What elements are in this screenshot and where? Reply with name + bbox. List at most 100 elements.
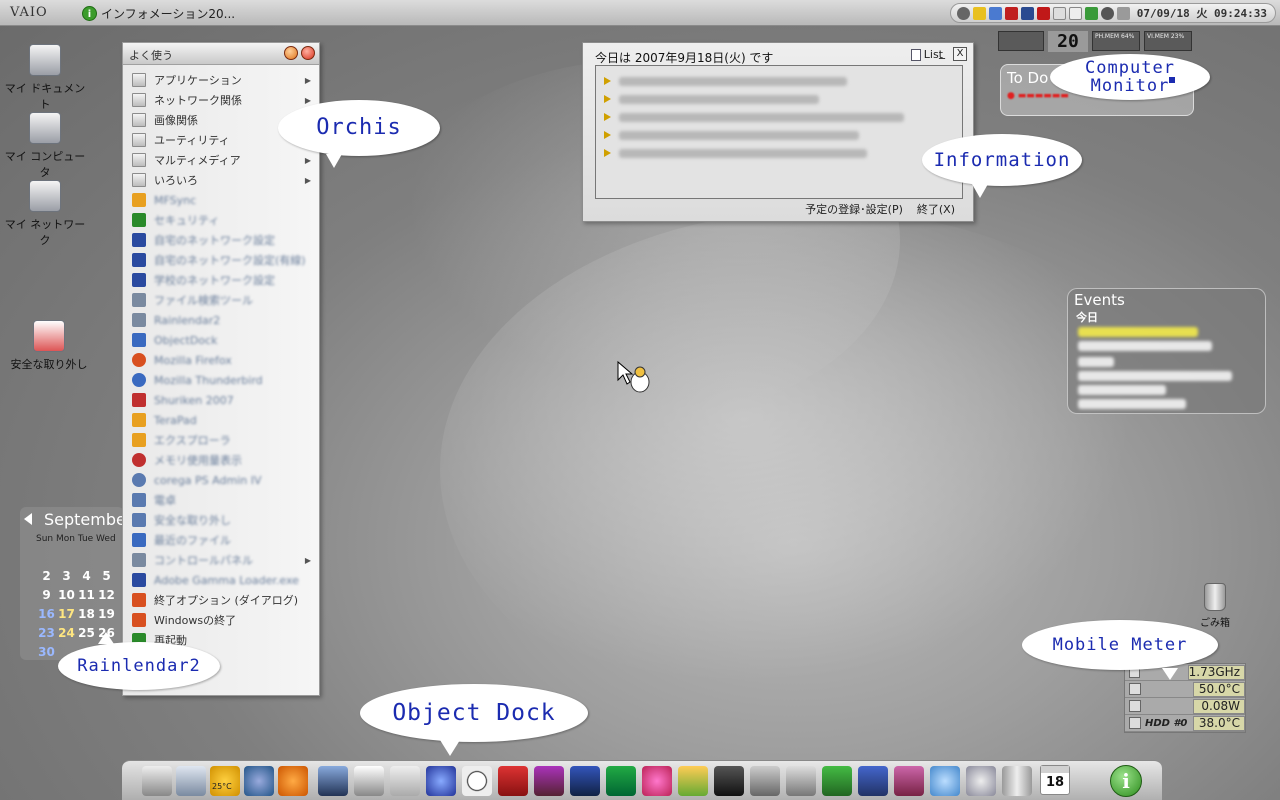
calendar-day[interactable]: 12 bbox=[98, 586, 115, 605]
menu-item-app[interactable]: 安全な取り外し bbox=[123, 510, 319, 530]
calendar-day[interactable]: 11 bbox=[78, 586, 95, 605]
dock-app-red-icon[interactable] bbox=[498, 766, 528, 796]
desktop-icon-trash[interactable]: ごみ箱 bbox=[1190, 583, 1240, 629]
event-entry[interactable] bbox=[1078, 357, 1114, 367]
dock-weather-icon[interactable]: 25°C bbox=[210, 766, 240, 796]
menu-item-app[interactable]: 電卓 bbox=[123, 490, 319, 510]
calendar-day[interactable]: 9 bbox=[38, 586, 55, 605]
calendar-day[interactable]: 19 bbox=[98, 605, 115, 624]
menu-item-multimedia[interactable]: マルティメディア ▶ bbox=[123, 150, 319, 170]
close-button[interactable]: X bbox=[953, 47, 967, 61]
calendar-day[interactable]: 17 bbox=[58, 605, 75, 624]
menu-item-app[interactable]: Shuriken 2007 bbox=[123, 390, 319, 410]
dock-notepad-icon[interactable] bbox=[390, 766, 420, 796]
dock-app-blue-icon[interactable] bbox=[570, 766, 600, 796]
menu-item-app[interactable]: ファイル検索ツール bbox=[123, 290, 319, 310]
menu-item-app[interactable]: メモリ使用量表示 bbox=[123, 450, 319, 470]
calendar-day[interactable]: 3 bbox=[58, 567, 75, 586]
desktop-icon-my-network[interactable]: マイ ネットワーク bbox=[0, 180, 90, 248]
event-entry[interactable] bbox=[1078, 341, 1212, 351]
tray-arrow-icon[interactable] bbox=[957, 6, 970, 20]
todo-item[interactable]: ● ▬▬▬▬▬▬ bbox=[1007, 91, 1069, 101]
calendar-day[interactable]: 2 bbox=[38, 567, 55, 586]
tray-pen-icon[interactable] bbox=[1117, 6, 1130, 20]
dock-camera2-icon[interactable] bbox=[750, 766, 780, 796]
menu-item-app[interactable]: セキュリティ bbox=[123, 210, 319, 230]
dock-flower-icon[interactable] bbox=[534, 766, 564, 796]
schedule-settings-button[interactable]: 予定の登録･設定(P) bbox=[805, 201, 903, 217]
calendar-day[interactable]: 24 bbox=[58, 624, 75, 643]
dock-app-pink-icon[interactable] bbox=[642, 766, 672, 796]
menu-item-misc[interactable]: いろいろ ▶ bbox=[123, 170, 319, 190]
event-entry[interactable] bbox=[1078, 327, 1198, 337]
menu-item-app[interactable]: MFSync bbox=[123, 190, 319, 210]
tray-battery-icon[interactable] bbox=[1085, 6, 1098, 20]
dock-photo-icon[interactable] bbox=[318, 766, 348, 796]
exit-button[interactable]: 終了(X) bbox=[917, 201, 955, 217]
calendar-day[interactable]: 30 bbox=[38, 643, 55, 660]
dock-paint-icon[interactable] bbox=[678, 766, 708, 796]
dock-scanner-icon[interactable] bbox=[786, 766, 816, 796]
menu-item-app[interactable]: 学校のネットワーク設定 bbox=[123, 270, 319, 290]
dock-firefox-icon[interactable] bbox=[278, 766, 308, 796]
menu-item-app[interactable]: エクスプローラ bbox=[123, 430, 319, 450]
event-entry[interactable] bbox=[1078, 385, 1166, 395]
tray-volume-mute-icon[interactable] bbox=[1005, 6, 1018, 20]
dock-photos-icon[interactable] bbox=[354, 766, 384, 796]
dock-drive-icon[interactable] bbox=[142, 766, 172, 796]
orchis-titlebar[interactable]: よく使う bbox=[123, 43, 319, 65]
event-entry[interactable] bbox=[1078, 399, 1186, 409]
menu-item-app[interactable]: Rainlendar2 bbox=[123, 310, 319, 330]
menu-item-shutdown-options[interactable]: 終了オプション (ダイアログ) bbox=[123, 590, 319, 610]
event-entry[interactable] bbox=[1078, 371, 1232, 381]
calendar-day[interactable]: 16 bbox=[38, 605, 55, 624]
dock-word-icon[interactable] bbox=[858, 766, 888, 796]
desktop-icon-my-documents[interactable]: マイ ドキュメント bbox=[0, 44, 90, 112]
dock-clock-icon[interactable] bbox=[462, 766, 492, 796]
tray-mascot-icon[interactable] bbox=[1053, 6, 1066, 20]
menu-item-windows-shutdown[interactable]: Windowsの終了 bbox=[123, 610, 319, 630]
menu-item-app[interactable]: ObjectDock bbox=[123, 330, 319, 350]
clock[interactable]: 07/09/18 火 09:24:33 bbox=[1137, 5, 1267, 21]
calendar-day-today[interactable]: 18 bbox=[78, 605, 95, 624]
menu-item-app[interactable]: 自宅のネットワーク設定 bbox=[123, 230, 319, 250]
dock-app-green-icon[interactable] bbox=[606, 766, 636, 796]
dock-information-icon[interactable]: i bbox=[1110, 765, 1142, 797]
tray-safely-remove-icon[interactable] bbox=[973, 6, 986, 20]
dock-calendar-icon[interactable]: 18 bbox=[1040, 765, 1070, 795]
dock-excel-icon[interactable] bbox=[822, 766, 852, 796]
tray-k-icon[interactable] bbox=[1037, 6, 1050, 20]
calendar-day[interactable]: 23 bbox=[38, 624, 55, 643]
calendar-day[interactable]: 25 bbox=[78, 624, 95, 643]
dock-computer-icon[interactable] bbox=[176, 766, 206, 796]
dock-camera-icon[interactable] bbox=[714, 766, 744, 796]
desktop-icon-safe-remove[interactable]: 安全な取り外し bbox=[4, 320, 94, 372]
dock-trash-icon[interactable] bbox=[1002, 766, 1032, 796]
dock-itunes-icon[interactable] bbox=[930, 766, 960, 796]
menu-item-app[interactable]: コントロールパネル ▶ bbox=[123, 550, 319, 570]
calendar-day[interactable]: 5 bbox=[98, 567, 115, 586]
calendar-day[interactable]: 10 bbox=[58, 586, 75, 605]
menu-item-app[interactable]: Mozilla Thunderbird bbox=[123, 370, 319, 390]
tray-app-icon[interactable] bbox=[1021, 6, 1034, 20]
tray-network-icon[interactable] bbox=[989, 6, 1002, 20]
minimize-button[interactable]: _ bbox=[939, 45, 945, 59]
menu-item-applications[interactable]: アプリケーション ▶ bbox=[123, 70, 319, 90]
info-entry[interactable] bbox=[604, 126, 954, 144]
menu-item-app[interactable]: TeraPad bbox=[123, 410, 319, 430]
calendar-day[interactable]: 4 bbox=[78, 567, 95, 586]
tray-date-icon[interactable] bbox=[1069, 6, 1082, 20]
info-entry[interactable] bbox=[604, 144, 954, 162]
info-entry[interactable] bbox=[604, 90, 954, 108]
dock-ie-icon[interactable] bbox=[244, 766, 274, 796]
menu-item-network[interactable]: ネットワーク関係 ▶ bbox=[123, 90, 319, 110]
taskbar-item-information[interactable]: i インフォメーション20... bbox=[82, 4, 235, 22]
menu-item-app[interactable]: 最近のファイル bbox=[123, 530, 319, 550]
info-entry[interactable] bbox=[604, 72, 954, 90]
minimize-button[interactable] bbox=[284, 46, 298, 60]
dock-microphone-icon[interactable] bbox=[894, 766, 924, 796]
menu-item-app[interactable]: Mozilla Firefox bbox=[123, 350, 319, 370]
menu-item-app[interactable]: Adobe Gamma Loader.exe bbox=[123, 570, 319, 590]
desktop-icon-my-computer[interactable]: マイ コンピュータ bbox=[0, 112, 90, 180]
menu-item-app[interactable]: corega PS Admin IV bbox=[123, 470, 319, 490]
